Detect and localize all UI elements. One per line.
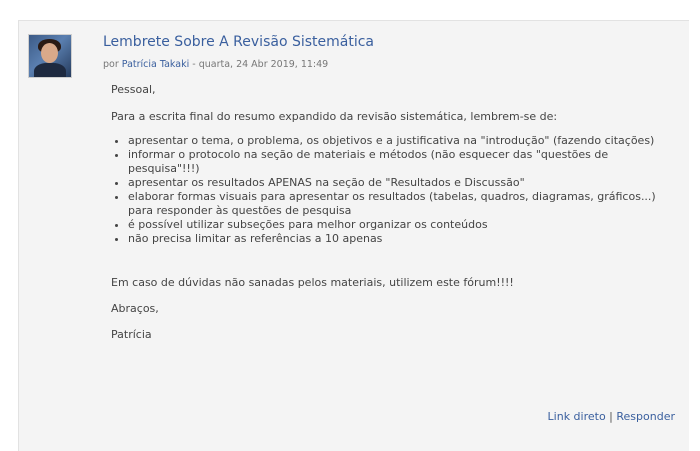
doubts-paragraph: Em caso de dúvidas não sanadas pelos mat… [111,276,514,289]
forum-post: Lembrete Sobre A Revisão Sistemática por… [18,20,689,451]
separator: | [605,410,617,423]
by-prefix: por [103,59,119,70]
list-item: elaborar formas visuais para apresentar … [128,190,668,218]
list-item: apresentar o tema, o problema, os objeti… [128,134,668,148]
signature: Patrícia [111,328,152,341]
avatar[interactable] [28,34,72,78]
post-author-line: por Patrícia Takaki - quarta, 24 Abr 201… [103,59,328,70]
list-item: é possível utilizar subseções para melho… [128,218,668,232]
list-item: informar o protocolo na seção de materia… [128,148,668,176]
reply-link[interactable]: Responder [616,410,675,423]
author-link[interactable]: Patrícia Takaki [122,59,189,70]
list-item: apresentar os resultados APENAS na seção… [128,176,668,190]
reminder-list: apresentar o tema, o problema, os objeti… [111,134,668,246]
avatar-shirt-shape [34,63,66,77]
post-subject[interactable]: Lembrete Sobre A Revisão Sistemática [103,34,374,50]
farewell: Abraços, [111,302,159,315]
intro-paragraph: Para a escrita final do resumo expandido… [111,110,558,123]
list-item: não precisa limitar as referências a 10 … [128,232,668,246]
greeting: Pessoal, [111,83,156,96]
post-commands: Link direto | Responder [548,410,675,423]
avatar-face-shape [41,43,58,63]
permalink-link[interactable]: Link direto [548,410,606,423]
post-date: - quarta, 24 Abr 2019, 11:49 [189,59,329,70]
